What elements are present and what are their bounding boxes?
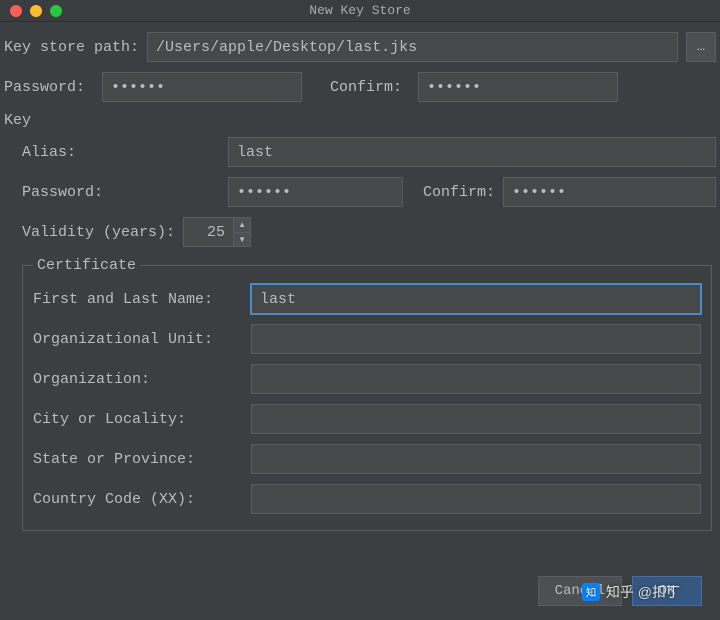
city-row: City or Locality: xyxy=(33,404,701,434)
chevron-up-icon: ▲ xyxy=(238,220,246,229)
keystore-password-row: Password: Confirm: xyxy=(4,72,716,102)
spinner-buttons: ▲ ▼ xyxy=(233,217,251,247)
minimize-window-button[interactable] xyxy=(30,5,42,17)
org-input[interactable] xyxy=(251,364,701,394)
country-label: Country Code (XX): xyxy=(33,491,243,508)
certificate-legend: Certificate xyxy=(33,257,140,274)
state-row: State or Province: xyxy=(33,444,701,474)
city-label: City or Locality: xyxy=(33,411,243,428)
alias-input[interactable] xyxy=(228,137,716,167)
org-label: Organization: xyxy=(33,371,243,388)
validity-row: Validity (years): ▲ ▼ xyxy=(22,217,716,247)
dialog-button-bar: Cancel OK xyxy=(538,576,702,606)
key-password-label: Password: xyxy=(22,184,112,201)
country-row: Country Code (XX): xyxy=(33,484,701,514)
cancel-button[interactable]: Cancel xyxy=(538,576,622,606)
alias-label: Alias: xyxy=(22,144,112,161)
keystore-password-label: Password: xyxy=(4,79,94,96)
keystore-path-input[interactable] xyxy=(147,32,678,62)
validity-input[interactable] xyxy=(183,217,233,247)
alias-row: Alias: xyxy=(22,137,716,167)
zoom-window-button[interactable] xyxy=(50,5,62,17)
ellipsis-icon: … xyxy=(697,40,705,55)
key-confirm-input[interactable] xyxy=(503,177,716,207)
keystore-path-row: Key store path: … xyxy=(4,32,716,62)
state-input[interactable] xyxy=(251,444,701,474)
window-title: New Key Store xyxy=(0,3,720,18)
key-confirm-label: Confirm: xyxy=(423,184,495,201)
key-section: Alias: Password: Confirm: Validity (year… xyxy=(4,137,716,531)
spinner-down-button[interactable]: ▼ xyxy=(234,233,250,247)
validity-label: Validity (years): xyxy=(22,224,175,241)
org-row: Organization: xyxy=(33,364,701,394)
titlebar: New Key Store xyxy=(0,0,720,22)
city-input[interactable] xyxy=(251,404,701,434)
first-last-input[interactable] xyxy=(251,284,701,314)
keystore-confirm-label: Confirm: xyxy=(330,79,410,96)
first-last-row: First and Last Name: xyxy=(33,284,701,314)
state-label: State or Province: xyxy=(33,451,243,468)
validity-spinner[interactable]: ▲ ▼ xyxy=(183,217,251,247)
browse-button[interactable]: … xyxy=(686,32,716,62)
ok-button[interactable]: OK xyxy=(632,576,702,606)
first-last-label: First and Last Name: xyxy=(33,291,243,308)
spinner-up-button[interactable]: ▲ xyxy=(234,218,250,233)
dialog-content: Key store path: … Password: Confirm: Key… xyxy=(0,22,720,531)
org-unit-row: Organizational Unit: xyxy=(33,324,701,354)
window-controls xyxy=(0,5,62,17)
org-unit-label: Organizational Unit: xyxy=(33,331,243,348)
keystore-password-input[interactable] xyxy=(102,72,302,102)
close-window-button[interactable] xyxy=(10,5,22,17)
key-section-label: Key xyxy=(4,112,716,129)
keystore-path-label: Key store path: xyxy=(4,39,139,56)
key-password-input[interactable] xyxy=(228,177,403,207)
certificate-fieldset: Certificate First and Last Name: Organiz… xyxy=(22,257,712,531)
org-unit-input[interactable] xyxy=(251,324,701,354)
key-password-row: Password: Confirm: xyxy=(22,177,716,207)
keystore-confirm-input[interactable] xyxy=(418,72,618,102)
country-input[interactable] xyxy=(251,484,701,514)
chevron-down-icon: ▼ xyxy=(238,235,246,244)
